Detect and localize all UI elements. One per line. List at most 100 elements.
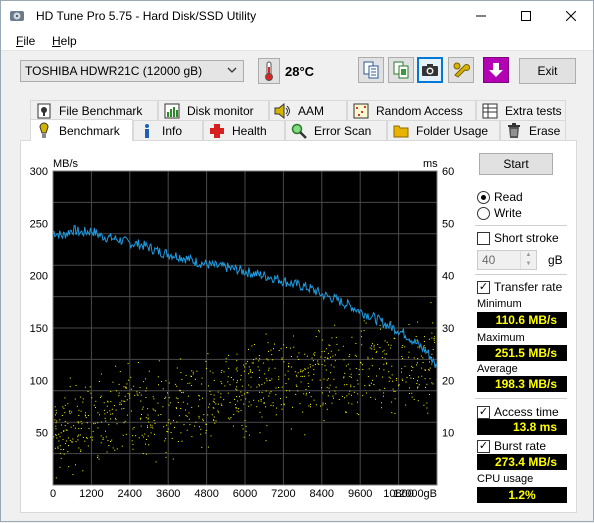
access-time-checkbox[interactable]: ✓ Access time xyxy=(477,405,559,419)
access-time-point xyxy=(367,376,369,378)
read-label: Read xyxy=(494,190,523,204)
access-time-point xyxy=(245,363,247,365)
access-time-point xyxy=(382,351,384,353)
divider xyxy=(475,274,567,275)
access-time-point xyxy=(269,380,271,382)
transfer-rate-checkbox[interactable]: ✓ Transfer rate xyxy=(477,280,562,294)
access-time-point xyxy=(313,368,315,370)
access-time-point xyxy=(229,418,231,420)
access-time-point xyxy=(63,407,65,409)
tab-label: Erase xyxy=(529,123,561,138)
y-tick-label: 300 xyxy=(30,166,48,178)
tab-erase[interactable]: Erase xyxy=(500,120,566,140)
access-time-point xyxy=(124,400,126,402)
access-time-point xyxy=(392,388,394,390)
access-time-point xyxy=(258,400,260,402)
access-time-point xyxy=(236,410,238,412)
save-button[interactable] xyxy=(483,57,509,83)
access-time-point xyxy=(213,416,215,418)
short-stroke-spinner[interactable]: 40 ▲ ▼ xyxy=(477,250,537,270)
access-time-point xyxy=(148,444,150,446)
access-time-point xyxy=(98,381,100,382)
access-time-point xyxy=(181,440,183,442)
access-time-point xyxy=(331,402,333,404)
burst-rate-checkbox[interactable]: ✓ Burst rate xyxy=(477,439,546,453)
access-time-point xyxy=(428,369,430,371)
access-time-point xyxy=(92,430,94,432)
access-time-point xyxy=(315,404,317,406)
maximize-button[interactable] xyxy=(503,1,548,31)
access-time-point xyxy=(186,429,188,431)
tab-benchmark[interactable]: Benchmark xyxy=(30,119,133,141)
access-time-point xyxy=(100,442,102,444)
access-time-point xyxy=(147,427,149,428)
access-time-point xyxy=(243,436,245,438)
access-time-point xyxy=(78,434,80,436)
write-radio[interactable]: Write xyxy=(477,206,522,220)
tab-extra-tests[interactable]: Extra tests xyxy=(476,100,566,120)
access-time-point xyxy=(154,433,155,435)
close-button[interactable] xyxy=(548,1,593,31)
access-time-point xyxy=(88,428,90,429)
access-time-point xyxy=(145,453,147,455)
access-time-point xyxy=(350,386,352,388)
access-time-point xyxy=(116,390,118,392)
read-radio[interactable]: Read xyxy=(477,190,523,204)
access-time-point xyxy=(69,410,71,412)
spinner-arrows[interactable]: ▲ ▼ xyxy=(520,251,536,269)
access-time-point xyxy=(235,388,237,390)
access-time-point xyxy=(335,336,337,338)
access-time-point xyxy=(217,391,219,393)
access-time-point xyxy=(256,406,258,408)
access-time-point xyxy=(389,347,391,349)
access-time-point xyxy=(180,432,182,434)
access-time-point xyxy=(127,393,129,395)
access-time-point xyxy=(305,392,307,394)
access-time-point xyxy=(335,386,337,388)
access-time-point xyxy=(67,437,69,439)
access-time-point xyxy=(308,405,310,407)
access-time-point xyxy=(263,402,265,404)
access-time-point xyxy=(69,439,71,441)
access-time-point xyxy=(244,420,246,421)
access-time-point xyxy=(221,405,223,406)
access-time-point xyxy=(180,372,182,374)
access-time-point xyxy=(148,421,150,423)
access-time-point xyxy=(104,417,106,419)
access-time-point xyxy=(332,355,334,357)
divider xyxy=(475,225,567,226)
access-time-point xyxy=(373,384,375,385)
short-stroke-checkbox[interactable]: Short stroke xyxy=(477,231,559,245)
access-time-point xyxy=(300,375,302,377)
access-time-point xyxy=(140,425,142,427)
access-time-point xyxy=(75,385,77,386)
access-time-point xyxy=(388,376,390,378)
exit-button[interactable]: Exit xyxy=(519,58,576,84)
access-time-point xyxy=(168,404,170,406)
access-time-point xyxy=(258,355,260,357)
access-time-point xyxy=(205,432,207,434)
access-time-point xyxy=(266,358,268,360)
access-time-point xyxy=(259,358,261,360)
access-time-point xyxy=(391,374,393,376)
access-time-point xyxy=(106,451,108,453)
download-arrow-icon xyxy=(489,63,503,77)
access-time-point xyxy=(302,411,304,413)
access-time-point xyxy=(327,352,329,354)
access-time-point xyxy=(227,381,229,383)
access-time-point xyxy=(133,427,135,428)
access-time-point xyxy=(223,371,225,373)
access-time-point xyxy=(307,383,309,384)
access-time-point xyxy=(314,354,315,356)
access-time-point xyxy=(390,344,392,346)
access-time-point xyxy=(429,361,430,363)
start-button[interactable]: Start xyxy=(479,153,553,175)
access-time-point xyxy=(431,353,433,355)
access-time-point xyxy=(55,477,57,479)
access-time-point xyxy=(205,360,207,362)
access-time-point xyxy=(371,348,373,350)
access-time-point xyxy=(55,425,57,427)
access-time-point xyxy=(284,374,286,376)
access-time-point xyxy=(317,360,319,362)
access-time-point xyxy=(174,426,175,428)
